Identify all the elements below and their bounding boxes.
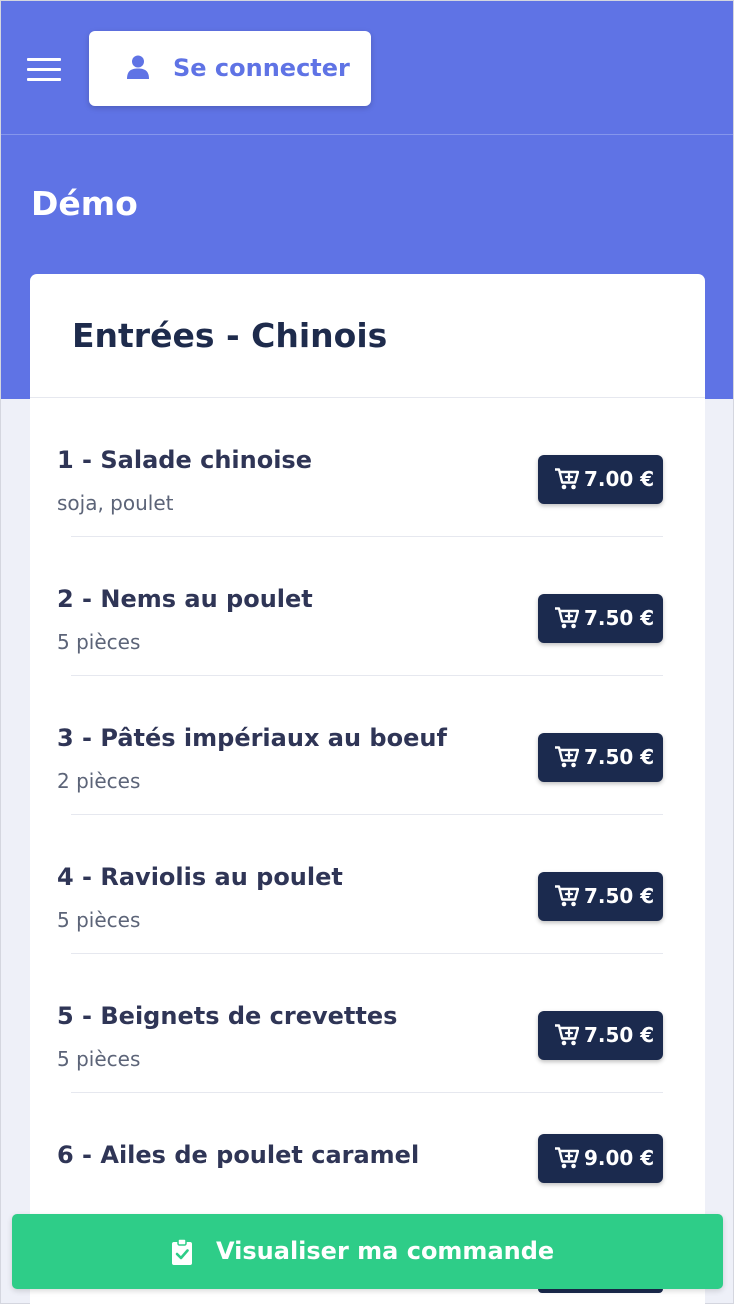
menu-section-card: Entrées - Chinois 1 - Salade chinoise soj… (30, 274, 705, 1304)
menu-item-price: 7.50 € (584, 884, 655, 908)
menu-item-number: 1 (57, 446, 74, 474)
menu-item-name: 6 - Ailes de poulet caramel (57, 1141, 419, 1169)
section-header: Entrées - Chinois (30, 274, 705, 398)
menu-item-number: 3 (57, 724, 74, 752)
menu-item-price: 7.00 € (584, 467, 655, 491)
menu-item-name: 4 - Raviolis au poulet (57, 863, 343, 891)
cart-plus-icon (555, 607, 579, 629)
top-navbar: Se connecter (1, 1, 733, 135)
cart-plus-icon (555, 885, 579, 907)
menu-item-number: 6 (57, 1141, 74, 1169)
menu-item: 4 - Raviolis au poulet 5 pièces 7.50 € (30, 815, 705, 954)
add-to-cart-button[interactable]: 7.50 € (538, 872, 663, 921)
view-order-label: Visualiser ma commande (216, 1237, 555, 1265)
add-to-cart-button[interactable]: 7.50 € (538, 594, 663, 643)
hamburger-icon[interactable] (27, 58, 61, 82)
menu-item: 1 - Salade chinoise soja, poulet 7.00 € (30, 398, 705, 537)
menu-item-number: 4 (57, 863, 74, 891)
login-button-label: Se connecter (173, 54, 350, 82)
menu-item-title: Nems au poulet (100, 585, 313, 613)
menu-item-price: 7.50 € (584, 745, 655, 769)
add-to-cart-button[interactable]: 7.00 € (538, 455, 663, 504)
menu-item-price: 9.00 € (584, 1146, 655, 1170)
user-icon (127, 55, 149, 79)
menu-item-description: 5 pièces (57, 630, 141, 654)
cart-plus-icon (555, 1147, 579, 1169)
menu-item-name: 2 - Nems au poulet (57, 585, 313, 613)
menu-item-description: 2 pièces (57, 769, 141, 793)
menu-item: 5 - Beignets de crevettes 5 pièces 7.50 € (30, 954, 705, 1093)
menu-item-number: 5 (57, 1002, 74, 1030)
menu-item-separator: - (73, 446, 101, 474)
add-to-cart-button[interactable]: 7.50 € (538, 733, 663, 782)
view-order-button[interactable]: Visualiser ma commande (12, 1214, 723, 1289)
section-title: Entrées - Chinois (72, 316, 388, 355)
menu-item-price: 7.50 € (584, 1023, 655, 1047)
cart-plus-icon (555, 1024, 579, 1046)
menu-item-separator: - (73, 1141, 101, 1169)
menu-item-description: soja, poulet (57, 491, 174, 515)
menu-item-title: Salade chinoise (100, 446, 312, 474)
page-title: Démo (31, 184, 138, 223)
menu-item-title: Beignets de crevettes (100, 1002, 398, 1030)
menu-item-separator: - (73, 863, 101, 891)
menu-item-number: 2 (57, 585, 74, 613)
menu-item-description: 5 pièces (57, 1047, 141, 1071)
cart-plus-icon (555, 468, 579, 490)
menu-item: 6 - Ailes de poulet caramel 9.00 € (30, 1093, 705, 1232)
menu-item-title: Raviolis au poulet (100, 863, 343, 891)
menu-item-name: 5 - Beignets de crevettes (57, 1002, 397, 1030)
add-to-cart-button[interactable]: 9.00 € (538, 1134, 663, 1183)
add-to-cart-button[interactable]: 7.50 € (538, 1011, 663, 1060)
login-button[interactable]: Se connecter (89, 31, 371, 106)
menu-item-separator: - (73, 1002, 101, 1030)
clipboard-check-icon (172, 1239, 192, 1265)
menu-item-name: 1 - Salade chinoise (57, 446, 312, 474)
menu-item-name: 3 - Pâtés impériaux au boeuf (57, 724, 447, 752)
menu-item-description: 5 pièces (57, 908, 141, 932)
menu-item-separator: - (73, 724, 101, 752)
menu-item: 3 - Pâtés impériaux au boeuf 2 pièces 7.50… (30, 676, 705, 815)
menu-item: 2 - Nems au poulet 5 pièces 7.50 € (30, 537, 705, 676)
menu-item-price: 7.50 € (584, 606, 655, 630)
menu-item-title: Ailes de poulet caramel (100, 1141, 420, 1169)
menu-item-title: Pâtés impériaux au boeuf (100, 724, 447, 752)
cart-plus-icon (555, 746, 579, 768)
hidden-price-button (538, 1289, 663, 1293)
menu-item-separator: - (73, 585, 101, 613)
